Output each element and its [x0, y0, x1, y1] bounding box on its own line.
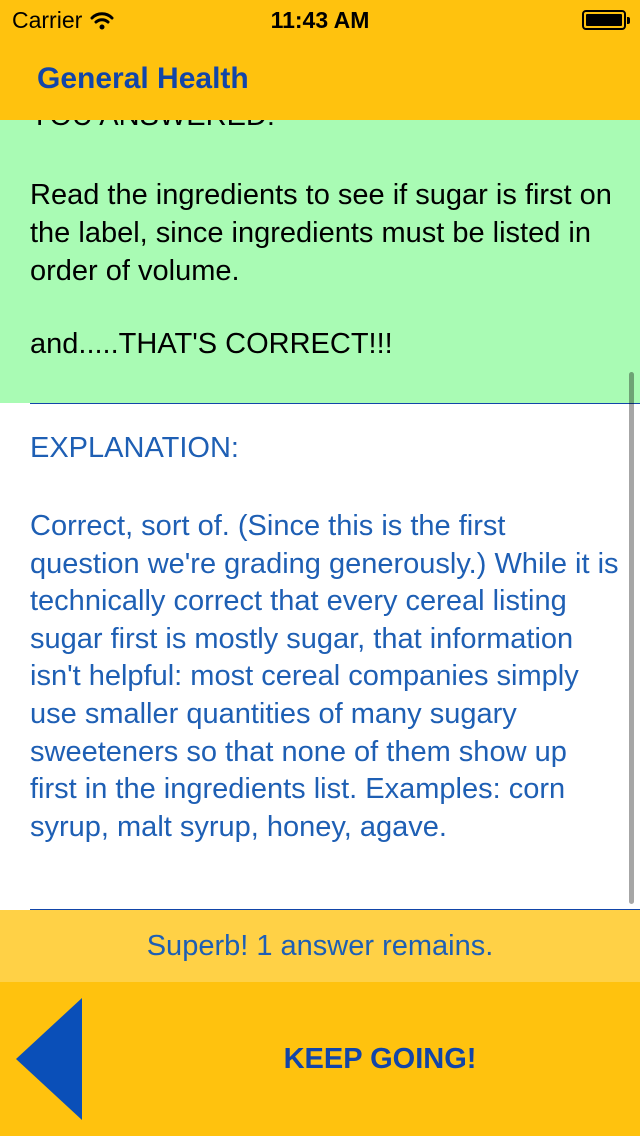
- feedback-scroll-view[interactable]: YOU ANSWERED: Read the ingredients to se…: [0, 80, 640, 910]
- explanation-text: Correct, sort of. (Since this is the fir…: [30, 510, 619, 843]
- remaining-answers-text: Superb! 1 answer remains.: [146, 929, 494, 962]
- keep-going-label: KEEP GOING!: [283, 1042, 477, 1075]
- answer-text: Read the ingredients to see if sugar is …: [30, 179, 612, 287]
- answer-verdict: and.....THAT'S CORRECT!!!: [30, 328, 393, 360]
- remaining-answers-banner: Superb! 1 answer remains.: [0, 910, 640, 982]
- page-title: General Health: [37, 62, 249, 95]
- scroll-indicator[interactable]: [629, 372, 634, 904]
- screen: YOU ANSWERED: Read the ingredients to se…: [0, 0, 640, 1136]
- explanation-heading: EXPLANATION:: [30, 432, 239, 464]
- header: Carrier 11:43 AM General Health: [0, 0, 640, 120]
- status-time: 11:43 AM: [270, 7, 370, 33]
- status-bar: Carrier 11:43 AM: [0, 0, 640, 40]
- battery-full-icon: [582, 10, 630, 30]
- footer-action-bar: KEEP GOING!: [0, 982, 640, 1136]
- keep-going-button[interactable]: KEEP GOING!: [120, 982, 640, 1136]
- answer-panel: YOU ANSWERED: Read the ingredients to se…: [0, 80, 640, 403]
- divider: [30, 403, 640, 404]
- back-arrow-icon[interactable]: [16, 998, 82, 1120]
